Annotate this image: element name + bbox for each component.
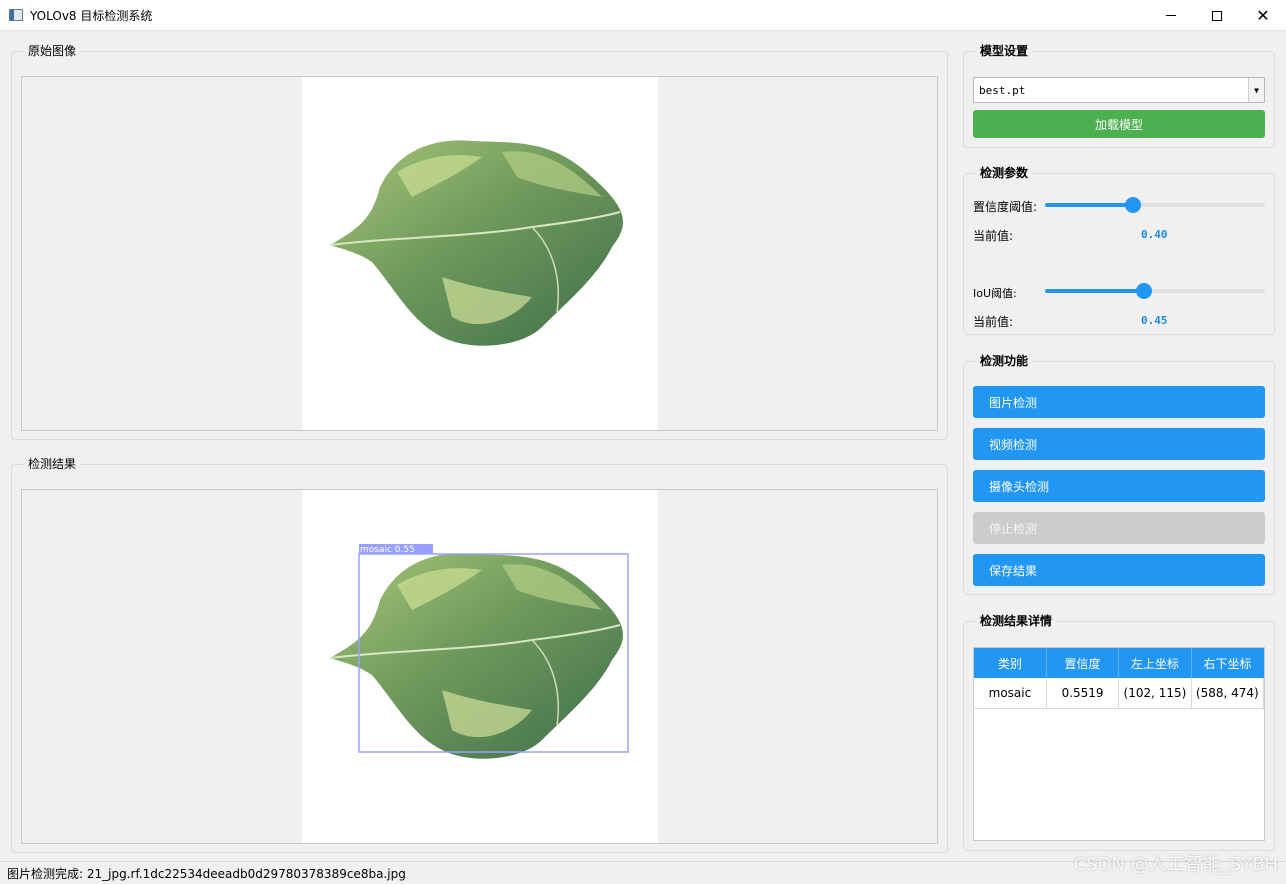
model-select-value: best.pt	[979, 83, 1026, 97]
header-confidence[interactable]: 置信度	[1046, 648, 1120, 678]
save-result-button[interactable]: 保存结果	[973, 554, 1265, 586]
iou-label: IoU阈值:	[973, 285, 1017, 301]
window-title: YOLOv8 目标检测系统	[30, 8, 153, 23]
result-image-canvas: mosaic 0.55	[302, 490, 658, 843]
minimize-icon	[1166, 15, 1176, 16]
confidence-current-label: 当前值:	[973, 229, 1014, 243]
original-image-canvas	[302, 77, 658, 430]
header-class[interactable]: 类别	[974, 648, 1047, 678]
leaf-image	[329, 140, 624, 346]
results-table[interactable]: 类别 置信度 左上坐标 右下坐标 mosaic 0.5519 (102, 115…	[973, 647, 1265, 841]
iou-slider-fill	[1045, 289, 1144, 293]
detection-label: mosaic 0.55	[360, 545, 415, 555]
leaf-result-image: mosaic 0.55	[329, 544, 629, 759]
close-icon: ✕	[1256, 5, 1270, 25]
cell-class[interactable]: mosaic	[974, 678, 1047, 709]
status-text: 图片检测完成: 21_jpg.rf.1dc22534deeadb0d297803…	[7, 866, 406, 881]
table-header-row: 类别 置信度 左上坐标 右下坐标	[974, 648, 1264, 678]
confidence-value: 0.40	[1141, 228, 1168, 241]
original-image-view	[21, 76, 938, 431]
cell-top-left[interactable]: (102, 115)	[1118, 678, 1192, 709]
iou-label-text: IoU阈值:	[973, 287, 1017, 300]
confidence-slider[interactable]	[1045, 197, 1265, 213]
detection-functions-title: 检测功能	[976, 353, 1033, 369]
original-image-title: 原始图像	[24, 43, 81, 59]
close-button[interactable]: ✕	[1240, 0, 1286, 31]
confidence-slider-fill	[1045, 203, 1133, 207]
model-select[interactable]: best.pt ▼	[973, 77, 1265, 103]
video-detect-button[interactable]: 视频检测	[973, 428, 1265, 460]
detection-details-title: 检测结果详情	[976, 613, 1057, 629]
detection-params-title: 检测参数	[976, 165, 1033, 181]
result-image-view: mosaic 0.55	[21, 489, 938, 844]
iou-value: 0.45	[1141, 314, 1168, 327]
image-detect-button[interactable]: 图片检测	[973, 386, 1265, 418]
iou-current-label: 当前值:	[973, 315, 1014, 329]
confidence-slider-handle[interactable]	[1125, 197, 1141, 213]
cell-bottom-right[interactable]: (588, 474)	[1191, 678, 1265, 709]
load-model-button[interactable]: 加载模型	[973, 110, 1265, 138]
chevron-down-icon[interactable]: ▼	[1248, 78, 1264, 102]
maximize-button[interactable]	[1194, 0, 1240, 31]
minimize-button[interactable]	[1148, 0, 1194, 31]
header-top-left[interactable]: 左上坐标	[1118, 648, 1192, 678]
header-bottom-right[interactable]: 右下坐标	[1191, 648, 1264, 678]
title-bar: YOLOv8 目标检测系统 ✕	[0, 0, 1286, 31]
confidence-label: 置信度阈值:	[973, 200, 1038, 214]
model-settings-title: 模型设置	[976, 43, 1033, 59]
app-icon	[9, 9, 23, 21]
iou-slider-handle[interactable]	[1136, 283, 1152, 299]
table-row[interactable]: mosaic 0.5519 (102, 115) (588, 474)	[974, 678, 1265, 709]
watermark: CSDN @人工智能_SYBH	[1073, 854, 1278, 875]
maximize-icon	[1212, 10, 1222, 21]
result-image-title: 检测结果	[24, 456, 81, 472]
iou-slider[interactable]	[1045, 283, 1265, 299]
camera-detect-button[interactable]: 摄像头检测	[973, 470, 1265, 502]
stop-detect-button: 停止检测	[973, 512, 1265, 544]
cell-confidence[interactable]: 0.5519	[1046, 678, 1120, 709]
window-controls: ✕	[1148, 0, 1286, 31]
